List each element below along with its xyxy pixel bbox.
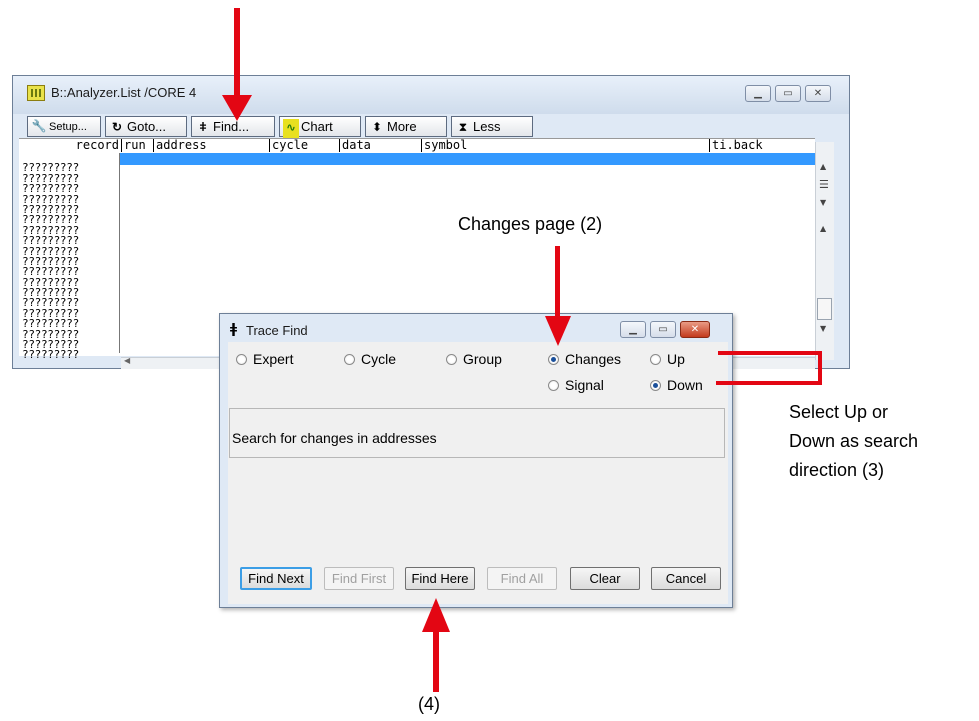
close-icon: ✕ [813, 88, 823, 99]
radio-down[interactable]: Down [650, 377, 703, 393]
find-all-button[interactable]: Find All [487, 567, 557, 590]
radio-button-selected-icon [548, 354, 559, 365]
binoculars-icon: ǂ [199, 120, 207, 134]
maximize-icon: ▭ [783, 88, 793, 99]
collapse-arrows-icon: ⧗ [458, 120, 468, 134]
scroll-thumb[interactable] [817, 298, 832, 320]
radio-button-icon [344, 354, 355, 365]
dialog-maximize-button[interactable]: ▭ [650, 321, 676, 338]
setup-button[interactable]: 🔧 Setup... [27, 116, 101, 137]
chart-button[interactable]: ∿ Chart [279, 116, 361, 138]
analyzer-window-title: B::Analyzer.List /CORE 4 [51, 85, 197, 100]
column-header-ti-back[interactable]: ti.back [709, 139, 812, 152]
analyzer-toolbar: 🔧 Setup... ↻ Goto... ǂ Find... ∿ Chart ⬍ More… [17, 114, 847, 138]
chart-icon: ∿ [283, 119, 299, 138]
info-text: Search for changes in addresses [232, 430, 437, 446]
dialog-close-button[interactable]: ✕ [680, 321, 710, 338]
find-first-button[interactable]: Find First [324, 567, 394, 590]
record-column: ????????? ????????? ????????? ????????? … [19, 152, 120, 361]
maximize-icon: ▭ [658, 324, 668, 335]
less-button[interactable]: ⧗ Less [451, 116, 533, 137]
radio-button-icon [446, 354, 457, 365]
minimize-icon: ▁ [629, 324, 637, 335]
annotation-arrow-1-shaft [234, 8, 240, 98]
annotation-direction-line2: Down as search [789, 431, 919, 451]
radio-up[interactable]: Up [650, 351, 685, 367]
scroll-menu-icon[interactable]: ☰ [819, 178, 829, 191]
analyzer-titlebar[interactable]: B::Analyzer.List /CORE 4 ▁ ▭ ✕ [13, 76, 849, 114]
radio-group[interactable]: Group [446, 351, 502, 367]
vertical-scrollbar[interactable]: ▲ ☰ ▼ ▲ ▼ [815, 142, 834, 360]
binoculars-icon: ǂ [230, 322, 238, 337]
column-header-data[interactable]: data [339, 139, 422, 152]
annotation-arrow-2-shaft [555, 246, 560, 318]
expand-arrows-icon: ⬍ [371, 120, 383, 134]
annotation-bracket-bottom [716, 381, 822, 385]
more-button[interactable]: ⬍ More [365, 116, 447, 137]
radio-changes[interactable]: Changes [548, 351, 621, 367]
close-button[interactable]: ✕ [805, 85, 831, 102]
radio-signal[interactable]: Signal [548, 377, 604, 393]
close-icon: ✕ [690, 324, 700, 335]
selected-row[interactable] [19, 153, 815, 165]
cancel-button[interactable]: Cancel [651, 567, 721, 590]
scroll-down-icon[interactable]: ▼ [820, 324, 826, 333]
radio-expert[interactable]: Expert [236, 351, 293, 367]
scroll-left-icon[interactable]: ◀ [124, 356, 130, 365]
find-here-button[interactable]: Find Here [405, 567, 475, 590]
column-header-cycle[interactable]: cycle [269, 139, 338, 152]
dialog-title: Trace Find [246, 323, 308, 338]
clear-button[interactable]: Clear [570, 567, 640, 590]
minimize-button[interactable]: ▁ [745, 85, 771, 102]
analyzer-app-icon [27, 85, 45, 101]
radio-button-icon [236, 354, 247, 365]
annotation-step-4: (4) [418, 694, 440, 714]
column-header-address[interactable]: address [153, 139, 268, 152]
wrench-icon: 🔧 [31, 119, 47, 133]
column-header-run[interactable]: run [121, 139, 154, 152]
annotation-changes-page: Changes page (2) [458, 214, 603, 234]
maximize-button[interactable]: ▭ [775, 85, 801, 102]
trace-find-dialog: ǂ Trace Find ▁ ▭ ✕ Expert Cycle Group Ch… [219, 313, 733, 608]
goto-button[interactable]: ↻ Goto... [105, 116, 187, 137]
scroll-up-small-icon[interactable]: ▲ [820, 224, 826, 233]
annotation-direction-line3: direction (3) [789, 460, 885, 480]
annotation-bracket-top [718, 351, 822, 355]
find-next-button[interactable]: Find Next [240, 567, 312, 590]
radio-cycle[interactable]: Cycle [344, 351, 396, 367]
annotation-arrow-4-head-icon [422, 598, 450, 632]
scroll-down-small-icon[interactable]: ▼ [820, 198, 826, 207]
radio-button-icon [650, 354, 661, 365]
dialog-minimize-button[interactable]: ▁ [620, 321, 646, 338]
annotation-arrow-4-shaft [433, 630, 439, 692]
radio-button-selected-icon [650, 380, 661, 391]
record-cell[interactable]: ????????? [19, 349, 119, 360]
annotation-arrow-1-head-icon [222, 95, 252, 121]
annotation-bracket-side [818, 351, 822, 384]
annotation-direction-line1: Select Up or [789, 402, 889, 422]
radio-button-icon [548, 380, 559, 391]
minimize-icon: ▁ [754, 88, 762, 99]
goto-arrow-icon: ↻ [111, 120, 123, 134]
scroll-up-icon[interactable]: ▲ [820, 162, 826, 171]
column-header-symbol[interactable]: symbol [421, 139, 704, 152]
annotation-arrow-2-head-icon [545, 316, 571, 346]
